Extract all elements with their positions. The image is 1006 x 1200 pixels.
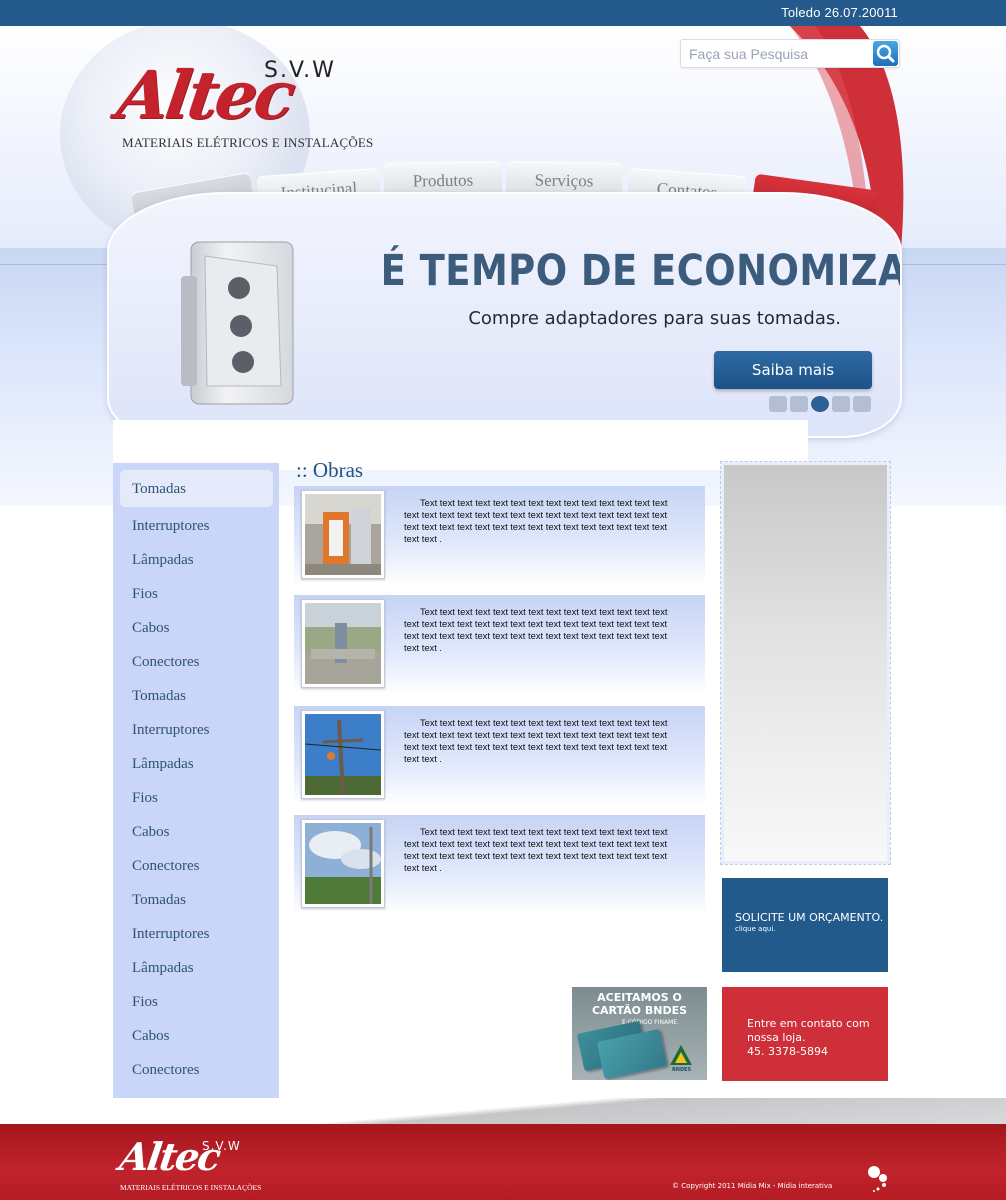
sidebar-item-cabos[interactable]: Cabos xyxy=(120,1017,273,1051)
sidebar-item-cabos[interactable]: Cabos xyxy=(120,813,273,847)
midia-mix-logo-icon[interactable] xyxy=(864,1164,890,1194)
section-title: :: Obras xyxy=(296,458,364,482)
sidebar-item-interruptores[interactable]: Interruptores xyxy=(120,915,273,949)
ad-placeholder xyxy=(720,461,891,865)
sidebar-item-fios[interactable]: Fios xyxy=(120,779,273,813)
slide-dot-active[interactable] xyxy=(811,396,829,412)
contato-phone: 45. 3378-5894 xyxy=(747,1045,828,1058)
sidebar-item-conectores[interactable]: Conectores xyxy=(120,643,273,677)
sidebar-item-fios[interactable]: Fios xyxy=(120,983,273,1017)
logo-brand: S.V.W xyxy=(264,58,336,83)
slide-dot[interactable] xyxy=(769,396,787,412)
obra-thumbnail[interactable] xyxy=(301,710,385,799)
slide-dot[interactable] xyxy=(853,396,871,412)
contato-line2: nossa loja. xyxy=(747,1031,806,1044)
sidebar-item-interruptores[interactable]: Interruptores xyxy=(120,711,273,745)
footer-logo-tagline: MATERIAIS ELÉTRICOS E INSTALAÇÕES xyxy=(120,1183,262,1192)
sidebar-item-fios[interactable]: Fios xyxy=(120,575,273,609)
bndes-line1: ACEITAMOS O xyxy=(597,991,682,1004)
sidebar-item-tomadas[interactable]: Tomadas xyxy=(120,677,273,711)
obra-text: Text text text text text text text text … xyxy=(404,606,668,653)
sidebar-item-tomadas[interactable]: Tomadas xyxy=(120,470,273,507)
banner-subtitle: Compre adaptadores para suas tomadas. xyxy=(468,308,841,329)
search-button[interactable] xyxy=(873,41,898,66)
sidebar-item-lampadas[interactable]: Lâmpadas xyxy=(120,541,273,575)
sidebar-item-interruptores[interactable]: Interruptores xyxy=(120,507,273,541)
slider-dots xyxy=(769,396,874,414)
sidebar-item-conectores[interactable]: Conectores xyxy=(120,1051,273,1085)
obra-card[interactable]: Text text text text text text text text … xyxy=(294,595,705,695)
sidebar-item-conectores[interactable]: Conectores xyxy=(120,847,273,881)
obra-text: Text text text text text text text text … xyxy=(404,717,668,764)
bndes-logo-text: BNDES xyxy=(672,1067,692,1073)
category-sidebar: Tomadas Interruptores Lâmpadas Fios Cabo… xyxy=(113,463,279,1099)
search-box xyxy=(680,39,900,68)
site-logo[interactable]: Altec S.V.W MATERIAIS ELÉTRICOS E INSTAL… xyxy=(113,56,374,156)
bndes-line2: CARTÃO BNDES xyxy=(591,1004,688,1017)
bndes-logo-icon xyxy=(670,1045,692,1065)
footer: Altec S.V.W MATERIAIS ELÉTRICOS E INSTAL… xyxy=(0,1124,1006,1200)
footer-logo-brand: S.V.W xyxy=(202,1139,241,1153)
obra-thumbnail[interactable] xyxy=(301,819,385,908)
orcamento-title: SOLICITE UM ORÇAMENTO. xyxy=(735,911,884,924)
search-icon xyxy=(876,44,895,63)
location-date: Toledo 26.07.20011 xyxy=(781,5,898,20)
sidebar-item-lampadas[interactable]: Lâmpadas xyxy=(120,745,273,779)
obra-thumbnail[interactable] xyxy=(301,490,385,579)
banner-title: É TEMPO DE ECONOMIZAR xyxy=(380,246,902,296)
slide-dot[interactable] xyxy=(790,396,808,412)
sidebar-item-tomadas[interactable]: Tomadas xyxy=(120,881,273,915)
footer-logo[interactable]: Altec S.V.W MATERIAIS ELÉTRICOS E INSTAL… xyxy=(117,1134,262,1200)
obra-text: Text text text text text text text text … xyxy=(404,497,668,544)
sidebar-item-lampadas[interactable]: Lâmpadas xyxy=(120,949,273,983)
obra-card[interactable]: Text text text text text text text text … xyxy=(294,815,705,915)
power-outlet-image xyxy=(181,241,294,405)
obra-card[interactable]: Text text text text text text text text … xyxy=(294,706,705,806)
obra-text: Text text text text text text text text … xyxy=(404,826,668,873)
obra-thumbnail[interactable] xyxy=(301,599,385,688)
obra-card[interactable]: Text text text text text text text text … xyxy=(294,486,705,586)
contato-line1: Entre em contato com xyxy=(747,1017,870,1030)
logo-tagline: MATERIAIS ELÉTRICOS E INSTALAÇÕES xyxy=(122,135,374,150)
saiba-mais-button[interactable]: Saiba mais xyxy=(714,351,872,389)
hero-banner: É TEMPO DE ECONOMIZAR Compre adaptadores… xyxy=(107,192,902,438)
search-input[interactable] xyxy=(689,44,869,64)
bndes-title: ACEITAMOS O CARTÃO BNDES xyxy=(572,991,707,1017)
top-bar: Toledo 26.07.20011 xyxy=(0,0,1006,26)
contato-box[interactable]: Entre em contato com nossa loja. 45. 337… xyxy=(722,987,888,1081)
bndes-banner[interactable]: ACEITAMOS O CARTÃO BNDES E CÓDIGO FINAME… xyxy=(572,987,707,1080)
slide-dot[interactable] xyxy=(832,396,850,412)
orcamento-button[interactable]: SOLICITE UM ORÇAMENTO. clique aqui. xyxy=(722,878,888,972)
orcamento-sub: clique aqui. xyxy=(735,925,776,933)
copyright-text: © Copyright 2011 Mídia Mix - Mídia inter… xyxy=(672,1182,833,1190)
sidebar-item-cabos[interactable]: Cabos xyxy=(120,609,273,643)
